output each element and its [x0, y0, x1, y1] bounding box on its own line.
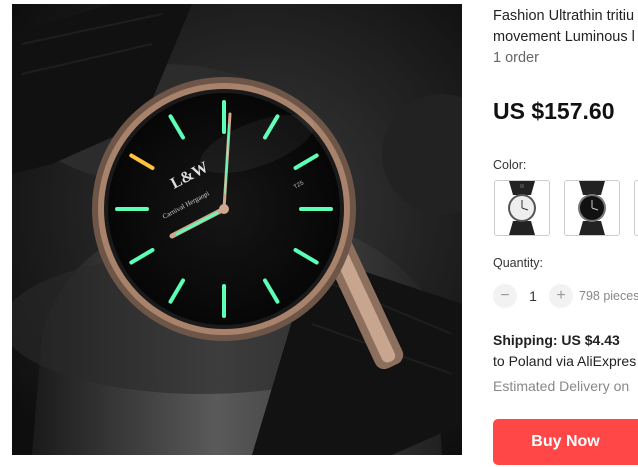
quantity-decrease-button[interactable]: −	[493, 284, 517, 308]
product-image[interactable]: L&W Carnival Hergaopi T25	[12, 4, 462, 455]
shipping-destination[interactable]: to Poland via AliExpres	[493, 353, 636, 369]
shipping-cost: Shipping: US $4.43	[493, 332, 620, 348]
product-title-line-2: movement Luminous l	[493, 29, 635, 45]
order-count: 1 order	[493, 50, 539, 66]
color-option-black-dial[interactable]	[564, 180, 620, 236]
color-option-white-dial[interactable]	[494, 180, 550, 236]
product-info-panel: Fashion Ultrathin tritiu movement Lumino…	[493, 0, 638, 467]
available-pieces: 798 pieces	[579, 289, 638, 303]
color-label: Color:	[493, 158, 527, 172]
color-option-more[interactable]	[634, 180, 638, 236]
product-price: US $157.60	[493, 98, 615, 124]
estimated-delivery: Estimated Delivery on	[493, 378, 630, 394]
quantity-input[interactable]: 1	[517, 288, 549, 304]
quantity-increase-button[interactable]: +	[549, 284, 573, 308]
product-title[interactable]: Fashion Ultrathin tritiu movement Lumino…	[493, 6, 635, 48]
buy-now-button[interactable]: Buy Now	[493, 419, 638, 465]
product-title-line-1: Fashion Ultrathin tritiu	[493, 8, 635, 24]
quantity-label: Quantity:	[493, 256, 544, 270]
quantity-stepper: − 1 + 798 pieces	[493, 283, 638, 309]
